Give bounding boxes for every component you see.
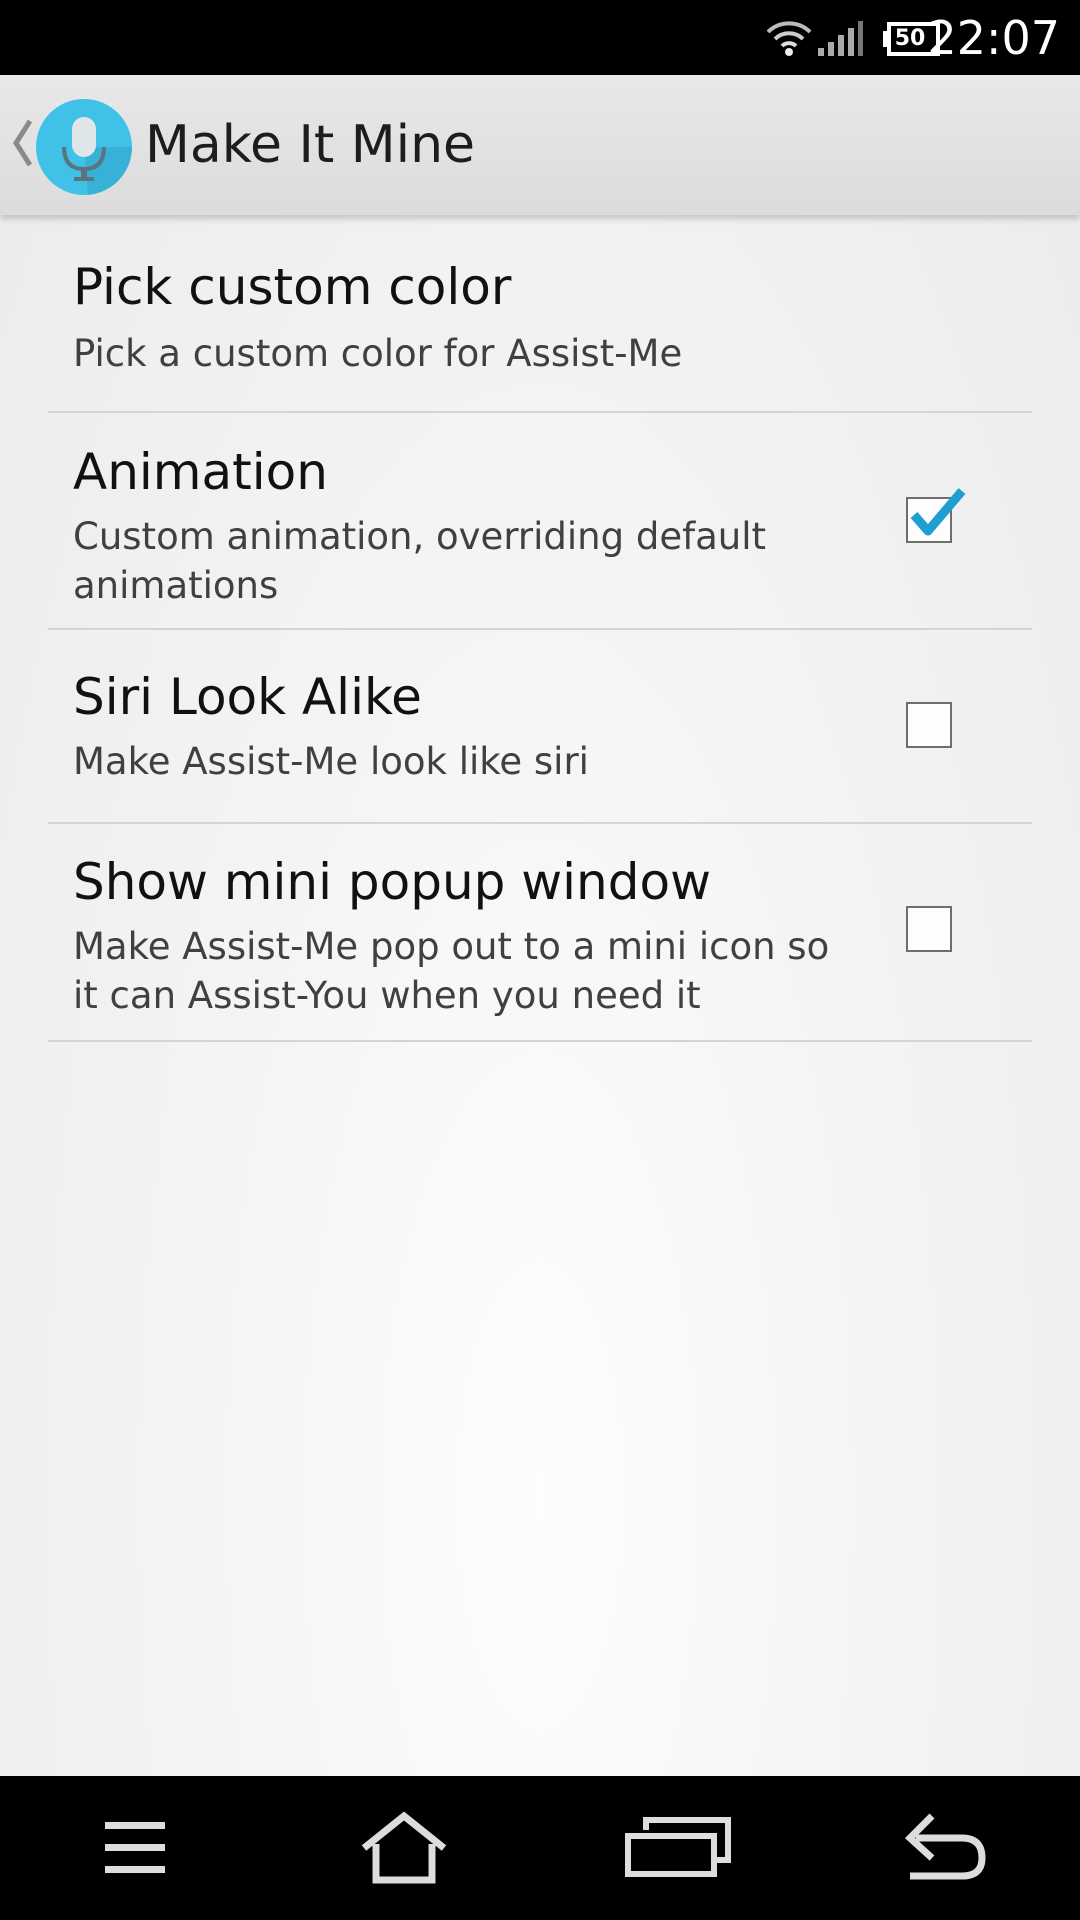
pref-summary: Pick a custom color for Assist-Me bbox=[73, 332, 683, 375]
pref-title: Animation bbox=[73, 443, 328, 501]
status-bar: 50 22:07 bbox=[0, 0, 1080, 75]
home-icon[interactable] bbox=[358, 1810, 450, 1886]
back-icon[interactable] bbox=[902, 1812, 986, 1882]
pref-siri-look-alike[interactable]: Siri Look Alike Make Assist-Me look like… bbox=[48, 630, 1032, 824]
up-navigation-icon[interactable] bbox=[10, 117, 34, 169]
pref-pick-custom-color[interactable]: Pick custom color Pick a custom color fo… bbox=[48, 215, 1032, 413]
battery-level: 50 bbox=[894, 26, 926, 51]
pref-show-mini-popup-window[interactable]: Show mini popup window Make Assist-Me po… bbox=[48, 824, 1032, 1042]
pref-title: Pick custom color bbox=[73, 258, 512, 316]
pref-title: Show mini popup window bbox=[73, 853, 711, 911]
pref-summary: Custom animation, overriding default ani… bbox=[73, 515, 767, 607]
status-clock: 22:07 bbox=[927, 11, 1060, 65]
siri-look-alike-checkbox[interactable] bbox=[906, 702, 952, 748]
menu-icon[interactable] bbox=[100, 1812, 170, 1884]
pref-animation[interactable]: Animation Custom animation, overriding d… bbox=[48, 413, 1032, 630]
cell-signal-icon bbox=[818, 21, 863, 56]
checkmark-icon bbox=[910, 488, 966, 536]
action-bar: Make It Mine bbox=[0, 75, 1080, 215]
pref-title: Siri Look Alike bbox=[73, 668, 422, 726]
pref-summary: Make Assist-Me pop out to a mini icon so… bbox=[73, 925, 830, 1017]
mini-popup-checkbox[interactable] bbox=[906, 906, 952, 952]
recent-apps-icon[interactable] bbox=[624, 1816, 732, 1880]
wifi-icon bbox=[766, 21, 812, 56]
page-title: Make It Mine bbox=[145, 115, 476, 175]
navigation-bar bbox=[0, 1776, 1080, 1920]
pref-summary: Make Assist-Me look like siri bbox=[73, 740, 589, 783]
animation-checkbox[interactable] bbox=[906, 488, 966, 543]
microphone-app-icon[interactable] bbox=[36, 99, 132, 195]
